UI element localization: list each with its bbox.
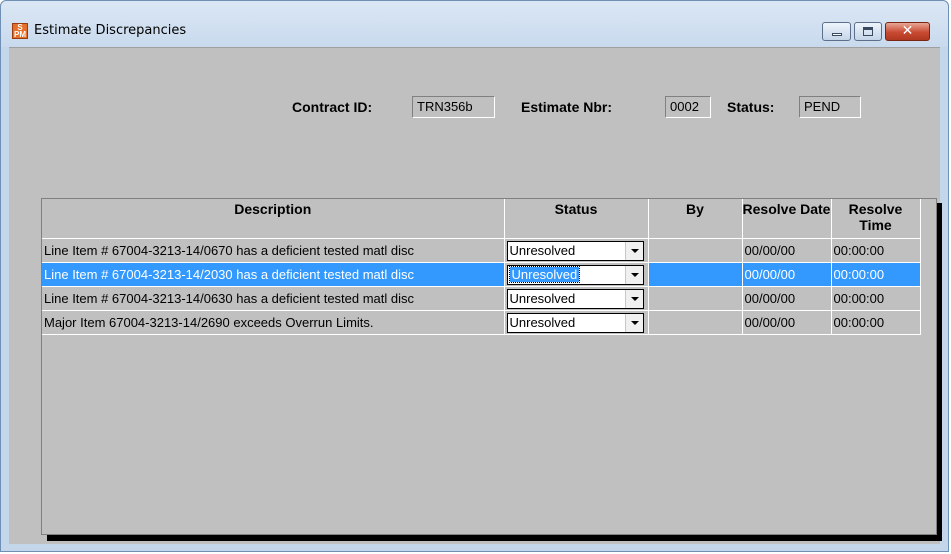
table-row[interactable]: Line Item # 67004-3213-14/0630 has a def…: [42, 286, 921, 311]
resolve-time-cell[interactable]: 00:00:00: [831, 262, 921, 287]
description-cell[interactable]: Line Item # 67004-3213-14/0670 has a def…: [42, 238, 505, 263]
by-cell[interactable]: [648, 238, 743, 263]
description-cell[interactable]: Line Item # 67004-3213-14/0630 has a def…: [42, 286, 505, 311]
status-cell: Unresolved: [504, 262, 649, 287]
resolve-time-cell[interactable]: 00:00:00: [831, 238, 921, 263]
status-cell: Unresolved: [504, 310, 649, 335]
status-dropdown-value: Unresolved: [509, 242, 576, 258]
description-cell[interactable]: Major Item 67004-3213-14/2690 exceeds Ov…: [42, 310, 505, 335]
app-icon-letter-m: M: [19, 30, 26, 39]
app-window: S PM Estimate Discrepancies ✕ Contract I…: [0, 0, 949, 552]
grid-header-row: Description Status By Resolve Date Resol…: [42, 199, 921, 239]
resolve-date-cell[interactable]: 00/00/00: [742, 286, 832, 311]
status-dropdown[interactable]: Unresolved: [506, 312, 644, 333]
contract-id-label: Contract ID:: [292, 99, 373, 115]
discrepancies-table: Description Status By Resolve Date Resol…: [42, 199, 921, 335]
column-header-resolve-date[interactable]: Resolve Date: [742, 199, 832, 239]
close-icon: ✕: [901, 23, 914, 39]
estimate-nbr-label: Estimate Nbr:: [521, 99, 613, 115]
title-bar[interactable]: S PM Estimate Discrepancies ✕: [1, 1, 948, 47]
description-cell[interactable]: Line Item # 67004-3213-14/2030 has a def…: [42, 262, 505, 287]
column-header-resolve-time[interactable]: Resolve Time: [831, 199, 921, 239]
status-dropdown-value: Unresolved: [509, 314, 576, 330]
resolve-date-cell[interactable]: 00/00/00: [742, 238, 832, 263]
app-icon-letters-pm: PM: [13, 30, 27, 39]
chevron-down-icon[interactable]: [624, 313, 643, 332]
status-label: Status:: [727, 99, 775, 115]
table-row[interactable]: Line Item # 67004-3213-14/0670 has a def…: [42, 238, 921, 263]
by-cell[interactable]: [648, 286, 743, 311]
chevron-down-icon[interactable]: [624, 241, 643, 260]
contract-id-field[interactable]: TRN356b: [412, 96, 495, 118]
resolve-date-cell[interactable]: 00/00/00: [742, 262, 832, 287]
status-dropdown[interactable]: Unresolved: [506, 264, 644, 285]
resolve-time-cell[interactable]: 00:00:00: [831, 310, 921, 335]
status-dropdown-value: Unresolved: [509, 290, 576, 306]
table-row-selected[interactable]: Line Item # 67004-3213-14/2030 has a def…: [42, 262, 921, 287]
by-cell[interactable]: [648, 262, 743, 287]
status-dropdown[interactable]: Unresolved: [506, 240, 644, 261]
status-cell: Unresolved: [504, 238, 649, 263]
discrepancies-grid[interactable]: Description Status By Resolve Date Resol…: [41, 198, 937, 535]
resolve-date-cell[interactable]: 00/00/00: [742, 310, 832, 335]
column-header-status[interactable]: Status: [504, 199, 649, 239]
close-button[interactable]: ✕: [885, 22, 930, 41]
resolve-time-cell[interactable]: 00:00:00: [831, 286, 921, 311]
chevron-down-icon[interactable]: [624, 265, 643, 284]
by-cell[interactable]: [648, 310, 743, 335]
window-title: Estimate Discrepancies: [34, 23, 187, 38]
status-dropdown-value: Unresolved: [508, 265, 581, 283]
chevron-down-icon[interactable]: [624, 289, 643, 308]
column-header-by[interactable]: By: [648, 199, 743, 239]
table-row[interactable]: Major Item 67004-3213-14/2690 exceeds Ov…: [42, 310, 921, 335]
status-field[interactable]: PEND: [799, 96, 861, 118]
psm-app-icon[interactable]: S PM: [12, 23, 28, 39]
column-header-description[interactable]: Description: [42, 199, 505, 239]
status-dropdown[interactable]: Unresolved: [506, 288, 644, 309]
maximize-button[interactable]: [854, 22, 882, 41]
status-cell: Unresolved: [504, 286, 649, 311]
minimize-button[interactable]: [822, 22, 851, 41]
estimate-nbr-field[interactable]: 0002: [665, 96, 711, 118]
